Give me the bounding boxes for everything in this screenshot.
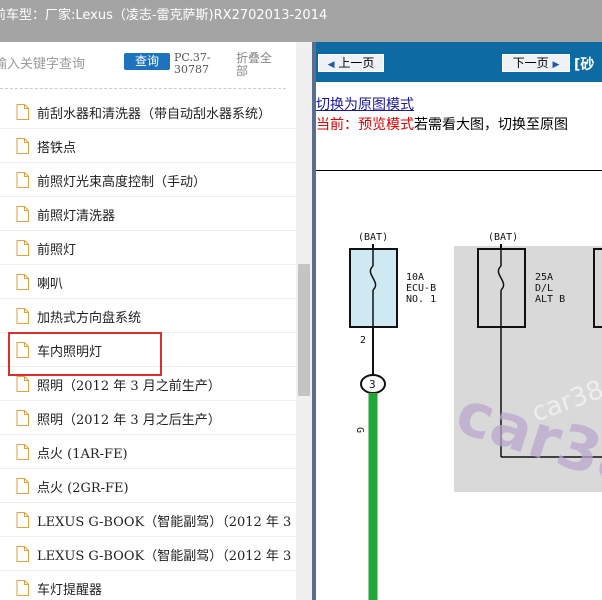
tree-item[interactable]: 加热式方向盘系统 <box>0 299 296 333</box>
viewer: ◀ 上一页 下一页 ▶ [砂 切换为原图模式 当前：预览模式若需看大图，切换至原… <box>316 42 602 600</box>
pc-code: PC.37-30787 <box>174 51 211 76</box>
sidebar-scrollbar[interactable] <box>296 42 312 600</box>
tree-item-label: 照明（2012 年 3 月之后生产） <box>37 413 221 428</box>
document-icon <box>16 512 29 528</box>
scrollbar-thumb[interactable] <box>298 264 310 396</box>
document-icon <box>16 580 29 596</box>
tree-item[interactable]: 车灯提醒器 <box>0 571 296 600</box>
tree-item-label: LEXUS G-BOOK（智能副驾）（2012 年 3 月之前生产） <box>37 515 296 530</box>
sidebar: 查询 PC.37-30787 折叠全部 前刮水器和清洗器（带自动刮水器系统） 搭铁… <box>0 42 312 600</box>
connector-label: 3 <box>369 378 376 391</box>
tree-item-label: 点火 (2GR-FE) <box>37 481 129 496</box>
tree-item[interactable]: 前照灯清洗器 <box>0 197 296 231</box>
document-icon <box>16 274 29 290</box>
search-input[interactable] <box>0 54 116 74</box>
document-icon <box>16 410 29 426</box>
fuse1-number: NO. 1 <box>406 294 436 305</box>
fuse2-name: D/L <box>535 283 553 294</box>
fuse1-source: (BAT) <box>358 232 388 243</box>
query-button[interactable]: 查询 <box>124 53 170 70</box>
document-icon <box>16 478 29 494</box>
pin-label: 2 <box>360 335 366 346</box>
collapse-all-button[interactable]: 折叠全部 <box>236 52 280 78</box>
wiring-diagram: (BAT) 10A ECU-B NO. 1 2 3 G (BAT) 25A D/… <box>349 232 602 600</box>
section-tree: 前刮水器和清洗器（带自动刮水器系统） 搭铁点前照灯光束高度控制（手动） 前照灯清洗器… <box>0 95 296 600</box>
tree-item-label: 前照灯 <box>37 243 77 258</box>
tree-item-label: 点火 (1AR-FE) <box>37 447 128 462</box>
tree-item-label: 车灯提醒器 <box>37 583 103 598</box>
wire-color-label: G <box>354 427 365 433</box>
tree-item[interactable]: 点火 (1AR-FE) <box>0 435 296 469</box>
tree-item[interactable]: 喇叭 <box>0 265 296 299</box>
divider <box>0 88 286 89</box>
tree-item[interactable]: 点火 (2GR-FE) <box>0 469 296 503</box>
fuse2-rating: 25A <box>535 272 553 283</box>
document-icon <box>16 444 29 460</box>
tree-item[interactable]: 照明（2012 年 3 月之前生产） <box>0 367 296 401</box>
fuse2-source: (BAT) <box>488 232 518 243</box>
window-title: 前车型：厂家:Lexus（凌志-雷克萨斯)RX2702013-2014 <box>0 8 328 23</box>
tree-item[interactable]: 照明（2012 年 3 月之后生产） <box>0 401 296 435</box>
tree-item[interactable]: 车内照明灯 <box>0 333 296 367</box>
document-icon <box>16 172 29 188</box>
document-icon <box>16 104 29 120</box>
tree-item[interactable]: 前照灯 <box>0 231 296 265</box>
tree-item-label: 前照灯光束高度控制（手动） <box>37 175 207 190</box>
fuse2-number: ALT B <box>535 294 565 305</box>
document-icon <box>16 342 29 358</box>
tree-item-label: 车内照明灯 <box>37 345 103 360</box>
tree-item-label: 搭铁点 <box>37 141 77 156</box>
tree-item[interactable]: 前照灯光束高度控制（手动） <box>0 163 296 197</box>
tree-item[interactable]: 搭铁点 <box>0 129 296 163</box>
tree-item-label: 前照灯清洗器 <box>37 209 116 224</box>
fuse1-rating: 10A <box>406 272 424 283</box>
tree-item[interactable]: LEXUS G-BOOK（智能副驾）（2012 年 3 月之后生产） <box>0 537 296 571</box>
window-title-bar: 前车型：厂家:Lexus（凌志-雷克萨斯)RX2702013-2014 <box>0 0 602 42</box>
document-icon <box>16 308 29 324</box>
tree-item-label: 喇叭 <box>37 277 64 292</box>
fuse1-name: ECU-B <box>406 283 436 294</box>
document-icon <box>16 138 29 154</box>
tree-item-label: 照明（2012 年 3 月之前生产） <box>37 379 221 394</box>
document-icon <box>16 206 29 222</box>
tree-item-label: 前刮水器和清洗器（带自动刮水器系统） <box>37 107 272 122</box>
tree-item[interactable]: LEXUS G-BOOK（智能副驾）（2012 年 3 月之前生产） <box>0 503 296 537</box>
document-icon <box>16 546 29 562</box>
tree-item[interactable]: 前刮水器和清洗器（带自动刮水器系统） <box>0 95 296 129</box>
tree-item-label: 加热式方向盘系统 <box>37 311 142 326</box>
search-row: 查询 PC.37-30787 折叠全部 <box>0 42 312 90</box>
document-icon <box>16 376 29 392</box>
document-icon <box>16 240 29 256</box>
tree-item-label: LEXUS G-BOOK（智能副驾）（2012 年 3 月之后生产） <box>37 549 296 564</box>
